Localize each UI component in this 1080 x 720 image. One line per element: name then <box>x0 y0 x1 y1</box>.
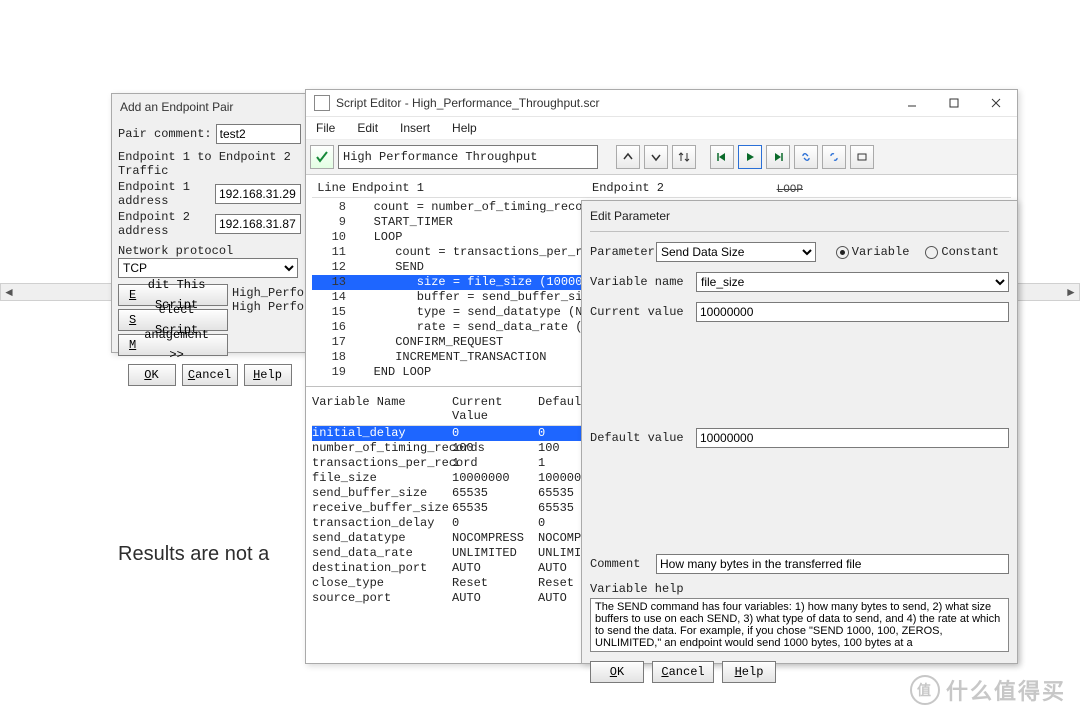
pair-comment-input[interactable] <box>216 124 301 144</box>
menu-file[interactable]: File <box>312 121 339 135</box>
endpoint1-input[interactable] <box>215 184 301 204</box>
menubar: File Edit Insert Help <box>306 117 1017 140</box>
param-cancel-button[interactable]: Cancel <box>652 661 714 683</box>
col-line: Line <box>312 181 352 195</box>
col-endpoint2-loop: LOOP <box>777 184 803 196</box>
current-value-label: Current value <box>590 305 690 319</box>
swap-icon[interactable] <box>672 145 696 169</box>
parameter-select[interactable]: Send Data Size <box>656 242 816 262</box>
col-endpoint2: Endpoint 2 <box>592 181 664 195</box>
editor-titlebar[interactable]: Script Editor - High_Performance_Through… <box>306 90 1017 117</box>
constant-radio[interactable]: Constant <box>925 245 999 259</box>
down-icon[interactable] <box>644 145 668 169</box>
col-endpoint1: Endpoint 1 <box>352 181 592 195</box>
menu-edit[interactable]: Edit <box>353 121 382 135</box>
edit-parameter-title: Edit Parameter <box>590 209 1009 223</box>
endpoint2-label: Endpoint 2 address <box>118 210 211 238</box>
scroll-left-icon[interactable]: ◄ <box>1 285 17 299</box>
up-icon[interactable] <box>616 145 640 169</box>
window-title: Add an Endpoint Pair <box>120 94 299 120</box>
comment-label: Comment <box>590 557 650 571</box>
variable-name-label: Variable name <box>590 275 690 289</box>
menu-help[interactable]: Help <box>448 121 481 135</box>
current-value-input[interactable] <box>696 302 1009 322</box>
step-back-icon[interactable] <box>710 145 734 169</box>
background-results-text: Results are not a <box>118 543 269 566</box>
parameter-label: Parameter <box>590 245 650 259</box>
close-icon[interactable] <box>975 90 1017 116</box>
toolbar: High Performance Throughput <box>306 140 1017 175</box>
ok-button[interactable]: OK <box>128 364 176 386</box>
minimize-icon[interactable] <box>891 90 933 116</box>
add-endpoint-pair-window: Add an Endpoint Pair Pair comment: Endpo… <box>111 93 308 353</box>
pair-comment-label: Pair comment: <box>118 127 212 141</box>
endpoint1-label: Endpoint 1 address <box>118 180 211 208</box>
play-icon[interactable] <box>738 145 762 169</box>
unlink-icon[interactable] <box>822 145 846 169</box>
script-name-field[interactable]: High Performance Throughput <box>338 145 598 169</box>
watermark-text: 什么值得买 <box>946 674 1066 706</box>
script-columns-header: Line Endpoint 1 Endpoint 2 <box>312 179 1011 198</box>
param-help-button[interactable]: Help <box>722 661 776 683</box>
comment-input[interactable] <box>656 554 1009 574</box>
menu-insert[interactable]: Insert <box>396 121 434 135</box>
watermark: 值 什么值得买 <box>910 674 1066 706</box>
traffic-group-label: Endpoint 1 to Endpoint 2 Traffic <box>118 150 301 178</box>
default-value-input[interactable] <box>696 428 1009 448</box>
variable-help-text[interactable] <box>590 598 1009 652</box>
param-ok-button[interactable]: OK <box>590 661 644 683</box>
management-button[interactable]: Management >> <box>118 334 228 356</box>
frame-icon[interactable] <box>850 145 874 169</box>
link-icon[interactable] <box>794 145 818 169</box>
step-forward-icon[interactable] <box>766 145 790 169</box>
variable-help-label: Variable help <box>590 582 1009 596</box>
scroll-right-icon[interactable]: ► <box>1063 285 1079 299</box>
network-protocol-label: Network protocol <box>118 244 301 258</box>
cancel-button[interactable]: Cancel <box>182 364 238 386</box>
vcol-cur: Current Value <box>452 395 538 423</box>
default-value-label: Default value <box>590 431 690 445</box>
app-icon <box>314 95 330 111</box>
endpoint2-input[interactable] <box>215 214 301 234</box>
help-button[interactable]: Help <box>244 364 292 386</box>
variable-radio[interactable]: Variable <box>836 245 910 259</box>
vcol-name: Variable Name <box>312 395 452 423</box>
watermark-icon: 值 <box>910 675 940 705</box>
maximize-icon[interactable] <box>933 90 975 116</box>
variable-name-select[interactable]: file_size <box>696 272 1009 292</box>
check-icon[interactable] <box>310 145 334 169</box>
edit-parameter-panel: Edit Parameter Parameter Send Data Size … <box>581 200 1018 664</box>
titlebar[interactable]: Add an Endpoint Pair <box>112 94 307 120</box>
